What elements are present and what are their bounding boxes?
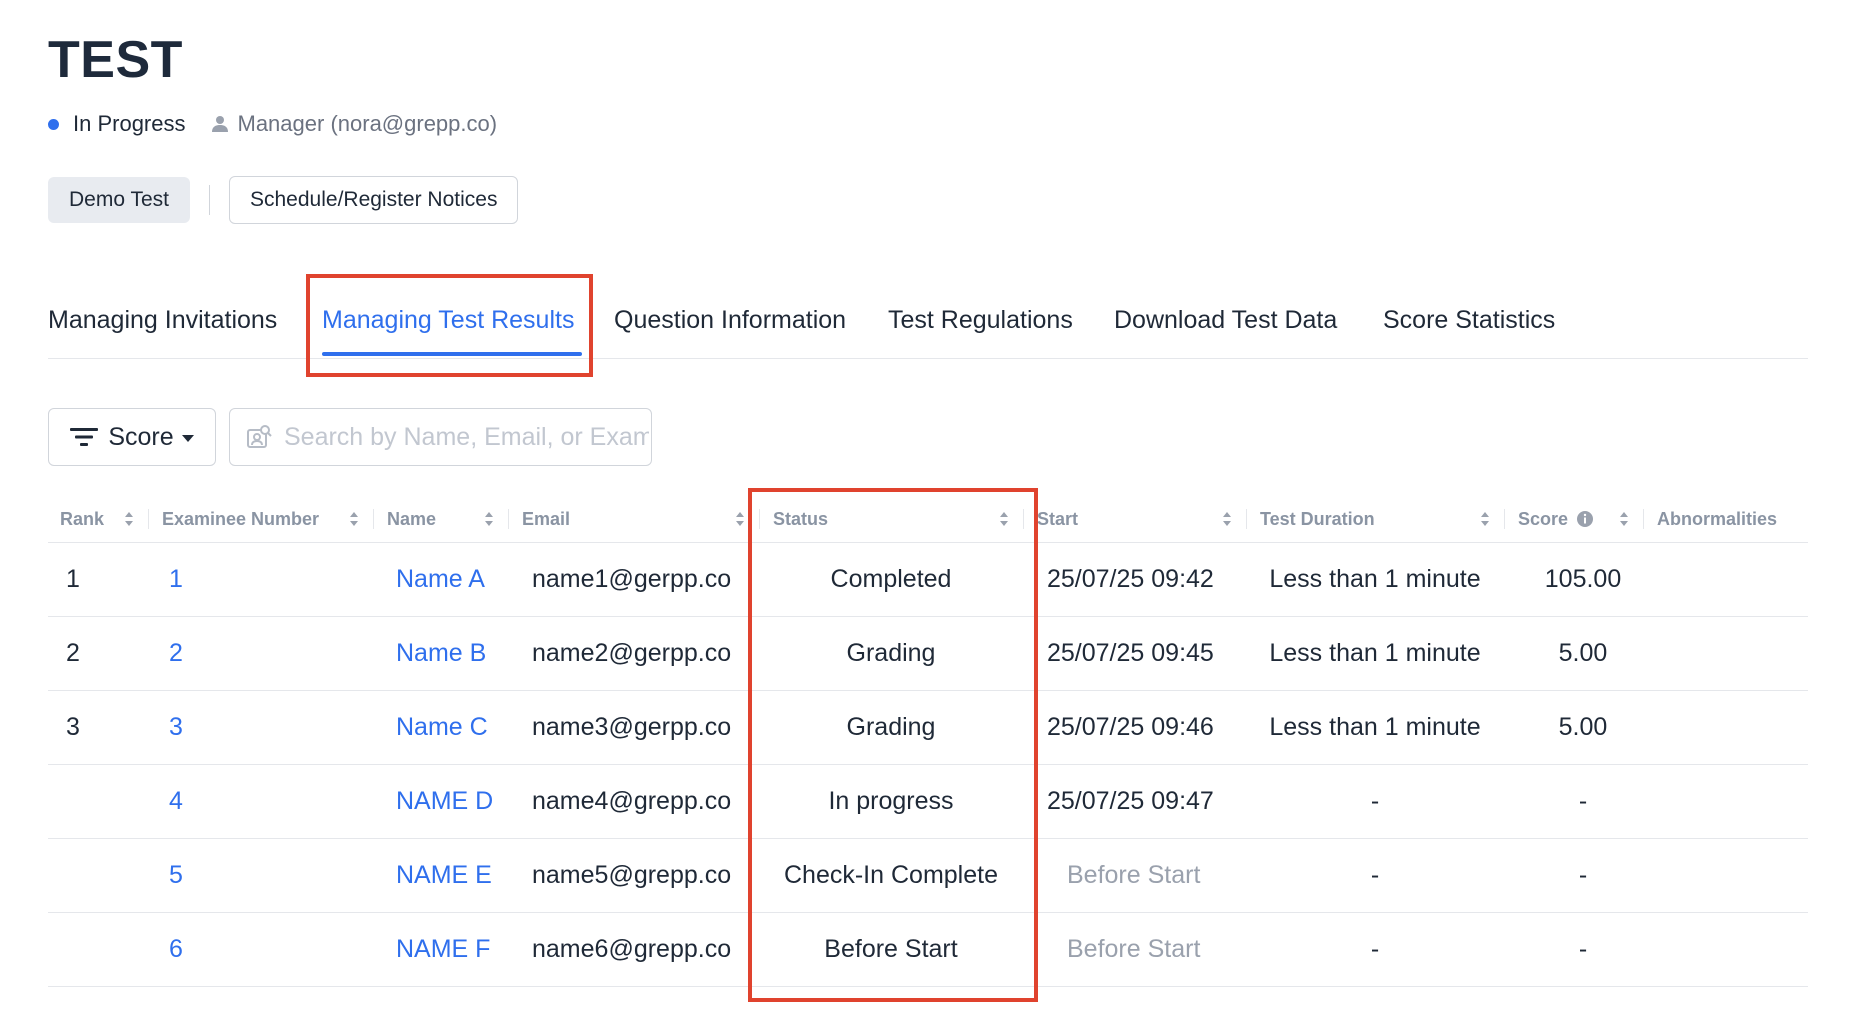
column-header-test-duration[interactable]: Test Duration: [1260, 496, 1375, 542]
sort-icon[interactable]: [999, 511, 1009, 527]
status-cell: Grading: [846, 713, 936, 741]
start-cell: Before Start: [1067, 861, 1201, 889]
examinee-number-link[interactable]: 4: [169, 765, 183, 838]
column-header-score[interactable]: Score: [1518, 496, 1594, 542]
tab-question-information[interactable]: Question Information: [614, 306, 846, 335]
status-cell: Check-In Complete: [784, 861, 998, 889]
status-cell: Before Start: [824, 935, 958, 963]
start-cell: Before Start: [1067, 935, 1201, 963]
score-cell: 5.00: [1558, 639, 1608, 667]
table-row: 5 NAME E name5@grepp.co Check-In Complet…: [48, 839, 1808, 913]
column-header-abnormalities: Abnormalities: [1657, 508, 1778, 529]
filter-icon: [70, 428, 99, 446]
duration-cell: -: [1370, 861, 1380, 889]
email-cell: name2@gerpp.co: [532, 639, 732, 667]
status-dot-icon: [48, 118, 59, 130]
examinee-number-link[interactable]: 2: [169, 617, 183, 690]
examinee-number-link[interactable]: 3: [169, 691, 183, 764]
tab-test-regulations[interactable]: Test Regulations: [888, 306, 1073, 335]
score-cell: 105.00: [1544, 565, 1622, 593]
examinee-name-link[interactable]: Name B: [396, 617, 486, 690]
email-cell: name1@gerpp.co: [532, 565, 732, 593]
duration-cell: -: [1370, 935, 1380, 963]
table-header: Rank Examinee Number Name Email Status S…: [48, 496, 1808, 543]
table-row: 1 1 Name A name1@gerpp.co Completed 25/0…: [48, 543, 1808, 617]
examinee-name-link[interactable]: Name C: [396, 691, 488, 764]
table-row: 4 NAME D name4@grepp.co In progress 25/0…: [48, 765, 1808, 839]
email-cell: name6@grepp.co: [532, 935, 732, 963]
person-icon: [211, 116, 228, 132]
examinee-name-link[interactable]: NAME F: [396, 913, 490, 986]
score-cell: -: [1578, 935, 1588, 963]
rank-cell: 3: [66, 713, 80, 741]
start-cell: 25/07/25 09:45: [1047, 639, 1214, 667]
tab-managing-invitations[interactable]: Managing Invitations: [48, 306, 277, 335]
email-cell: name5@grepp.co: [532, 861, 732, 889]
search-box: [229, 408, 652, 466]
examinee-name-link[interactable]: NAME E: [396, 839, 492, 912]
table-row: 2 2 Name B name2@gerpp.co Grading 25/07/…: [48, 617, 1808, 691]
rank-cell: 1: [66, 565, 80, 593]
examinee-number-link[interactable]: 5: [169, 839, 183, 912]
start-cell: 25/07/25 09:46: [1047, 713, 1214, 741]
status-cell: Grading: [846, 639, 936, 667]
demo-test-button[interactable]: Demo Test: [48, 177, 190, 223]
sort-icon[interactable]: [1480, 511, 1490, 527]
examinee-name-link[interactable]: NAME D: [396, 765, 493, 838]
sort-icon[interactable]: [1619, 511, 1629, 527]
info-icon[interactable]: [1576, 510, 1594, 528]
schedule-notices-button[interactable]: Schedule/Register Notices: [229, 176, 519, 224]
duration-cell: Less than 1 minute: [1269, 713, 1481, 741]
column-header-score-label: Score: [1518, 508, 1569, 529]
rank-cell: 2: [66, 639, 80, 667]
examinee-number-link[interactable]: 1: [169, 543, 183, 616]
column-header-email[interactable]: Email: [522, 496, 570, 542]
column-header-start[interactable]: Start: [1037, 496, 1078, 542]
sort-icon[interactable]: [735, 511, 745, 527]
sort-icon[interactable]: [484, 511, 494, 527]
caret-down-icon: [181, 434, 194, 442]
score-cell: -: [1578, 861, 1588, 889]
status-cell: Completed: [830, 565, 952, 593]
score-filter-label: Score: [108, 422, 174, 451]
search-input[interactable]: [282, 421, 651, 453]
sort-icon[interactable]: [349, 511, 359, 527]
sort-icon[interactable]: [1222, 511, 1232, 527]
email-cell: name4@grepp.co: [532, 787, 732, 815]
column-header-name[interactable]: Name: [387, 496, 436, 542]
tab-download-test-data[interactable]: Download Test Data: [1114, 306, 1337, 335]
duration-cell: Less than 1 minute: [1269, 565, 1481, 593]
test-status: In Progress: [73, 111, 186, 136]
score-cell: -: [1578, 787, 1588, 815]
start-cell: 25/07/25 09:42: [1047, 565, 1214, 593]
table-row: 6 NAME F name6@grepp.co Before Start Bef…: [48, 913, 1808, 987]
duration-cell: -: [1370, 787, 1380, 815]
email-cell: name3@gerpp.co: [532, 713, 732, 741]
score-cell: 5.00: [1558, 713, 1608, 741]
column-header-rank[interactable]: Rank: [60, 496, 104, 542]
results-table: Rank Examinee Number Name Email Status S…: [48, 496, 1808, 987]
manager-label: Manager (nora@grepp.co): [237, 111, 498, 136]
examinee-name-link[interactable]: Name A: [396, 543, 485, 616]
status-cell: In progress: [828, 787, 954, 815]
table-row: 3 3 Name C name3@gerpp.co Grading 25/07/…: [48, 691, 1808, 765]
highlight-box-tab: [306, 274, 593, 377]
sort-icon[interactable]: [124, 511, 134, 527]
page-title: TEST: [48, 31, 183, 89]
column-header-status[interactable]: Status: [773, 496, 828, 542]
button-divider: [209, 185, 210, 215]
tab-score-statistics[interactable]: Score Statistics: [1383, 306, 1555, 335]
examinee-number-link[interactable]: 6: [169, 913, 183, 986]
column-header-examinee-number[interactable]: Examinee Number: [162, 496, 319, 542]
search-person-icon: [247, 425, 272, 448]
duration-cell: Less than 1 minute: [1269, 639, 1481, 667]
test-meta: In Progress Manager (nora@grepp.co): [48, 108, 497, 140]
start-cell: 25/07/25 09:47: [1047, 787, 1214, 815]
action-buttons: Demo Test Schedule/Register Notices: [48, 176, 519, 224]
score-filter-button[interactable]: Score: [48, 408, 216, 466]
